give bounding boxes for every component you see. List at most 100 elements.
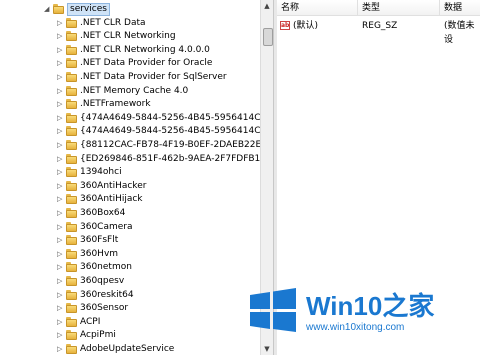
collapsed-arrow-icon[interactable]: ▷ (57, 60, 63, 67)
tree-node[interactable]: ▷ .NET CLR Networking 4.0.0.0 (0, 44, 260, 57)
tree-node-label: 360Camera (80, 221, 133, 232)
folder-icon (66, 44, 77, 55)
folder-icon (66, 194, 77, 205)
tree-node[interactable]: ▷ AcpiPmi (0, 329, 260, 342)
tree-node-label: 360Hvm (80, 248, 119, 259)
folder-icon (66, 167, 77, 178)
tree-node-label: .NET CLR Data (80, 17, 146, 28)
collapsed-arrow-icon[interactable]: ▷ (57, 74, 63, 81)
tree-node[interactable]: ▷ .NET CLR Data (0, 17, 260, 30)
string-value-icon: ab (280, 21, 290, 30)
watermark-url: www.win10xitong.com (306, 322, 405, 333)
tree-node[interactable]: ▷ 360AntiHijack (0, 193, 260, 206)
tree-node[interactable]: ▷ 360Box64 (0, 207, 260, 220)
folder-icon (66, 248, 77, 259)
collapsed-arrow-icon[interactable]: ▷ (57, 33, 63, 40)
collapsed-arrow-icon[interactable]: ▷ (57, 182, 63, 189)
tree-node[interactable]: ▷ {88112CAC-FB78-4F19-B0EF-2DAEB22E4A3F} (0, 139, 260, 152)
folder-icon (66, 180, 77, 191)
folder-icon (66, 276, 77, 286)
collapsed-arrow-icon[interactable]: ▷ (57, 237, 63, 244)
tree-node[interactable]: ▷ ACPI (0, 316, 260, 329)
collapsed-arrow-icon[interactable]: ▷ (57, 19, 63, 26)
tree-node-label: {474A4649-5844-5256-4B45-5956414CFFFF} (80, 126, 260, 137)
folder-icon (66, 99, 77, 110)
tree-node[interactable]: ▷ 360FsFlt (0, 234, 260, 247)
tree-node[interactable]: ▷ 360reskit64 (0, 289, 260, 302)
scroll-thumb[interactable] (263, 28, 273, 46)
tree-node[interactable]: ▷ {474A4649-5844-5256-4B45-5956414CFFFF} (0, 125, 260, 138)
tree-node-label: .NET CLR Networking 4.0.0.0 (80, 44, 210, 55)
collapsed-arrow-icon[interactable]: ▷ (57, 101, 63, 108)
tree-node-label: .NET CLR Networking (80, 31, 176, 42)
tree-node-label: {ED269846-851F-462b-9AEA-2F7FDFB1D4E1} (80, 153, 260, 164)
folder-icon (66, 126, 77, 137)
folder-icon (66, 303, 77, 314)
value-data: (数值未设 (444, 21, 475, 45)
tree-node[interactable]: ▷ {ED269846-851F-462b-9AEA-2F7FDFB1D4E1} (0, 153, 260, 166)
tree-node[interactable]: ▷ .NET CLR Networking (0, 30, 260, 43)
collapsed-arrow-icon[interactable]: ▷ (57, 114, 63, 121)
tree-node[interactable]: ▷ 360netmon (0, 261, 260, 274)
value-row-default[interactable]: ab (默认) REG_SZ (数值未设 (277, 19, 480, 45)
collapsed-arrow-icon[interactable]: ▷ (57, 305, 63, 312)
collapsed-arrow-icon[interactable]: ▷ (57, 87, 63, 94)
collapsed-arrow-icon[interactable]: ▷ (57, 46, 63, 53)
watermark-title: Win10之家 (306, 286, 434, 323)
column-header-data[interactable]: 数据 (440, 0, 480, 16)
collapsed-arrow-icon[interactable]: ▷ (57, 264, 63, 271)
collapsed-arrow-icon[interactable]: ▷ (57, 128, 63, 135)
tree-node-label: 1394ohci (80, 167, 122, 178)
tree-node-label: 360AntiHijack (80, 194, 143, 205)
tree-node[interactable]: ▷ 360Hvm (0, 248, 260, 261)
collapsed-arrow-icon[interactable]: ▷ (57, 250, 63, 257)
folder-icon (66, 58, 77, 69)
tree-node[interactable]: ▷ 360Sensor (0, 302, 260, 315)
column-header-name[interactable]: 名称 (277, 0, 358, 16)
tree-node-label: 360AntiHacker (80, 180, 147, 191)
collapsed-arrow-icon[interactable]: ▷ (57, 223, 63, 230)
registry-tree[interactable]: ◢ services ▷ .NET CLR Data ▷ .NET CLR Network… (0, 0, 260, 355)
tree-node-label: {474A4649-5844-5256-4B45-5956414CFFFE} (80, 112, 260, 123)
folder-icon (53, 4, 64, 14)
folder-icon (66, 112, 77, 123)
scroll-up-arrow-icon[interactable]: ▲ (261, 0, 273, 12)
tree-node[interactable]: ▷ .NET Memory Cache 4.0 (0, 85, 260, 98)
collapsed-arrow-icon[interactable]: ▷ (57, 196, 63, 203)
tree-node[interactable]: ▷ 360qpesv (0, 275, 260, 288)
tree-node[interactable]: ▷ 1394ohci (0, 166, 260, 179)
column-header-type[interactable]: 类型 (358, 0, 440, 16)
collapsed-arrow-icon[interactable]: ▷ (57, 278, 63, 285)
folder-icon (66, 330, 77, 341)
folder-icon (66, 235, 77, 246)
folder-icon (66, 17, 77, 28)
tree-node-label: 360qpesv (80, 276, 125, 286)
tree-node[interactable]: ▷ 360Camera (0, 221, 260, 234)
tree-node[interactable]: ▷ .NET Data Provider for SqlServer (0, 71, 260, 84)
collapsed-arrow-icon[interactable]: ▷ (57, 169, 63, 176)
tree-node-label: {88112CAC-FB78-4F19-B0EF-2DAEB22E4A3F} (80, 140, 260, 150)
folder-icon (66, 208, 77, 218)
collapsed-arrow-icon[interactable]: ▷ (57, 318, 63, 325)
tree-node-services[interactable]: ◢ services (0, 3, 260, 16)
tree-node[interactable]: ▷ .NETFramework (0, 98, 260, 111)
folder-icon (66, 85, 77, 96)
tree-node-label: .NET Data Provider for SqlServer (80, 72, 227, 82)
tree-node-label: 360Sensor (80, 303, 129, 314)
tree-node[interactable]: ▷ .NET Data Provider for Oracle (0, 57, 260, 70)
collapsed-arrow-icon[interactable]: ▷ (57, 346, 63, 353)
collapsed-arrow-icon[interactable]: ▷ (57, 291, 63, 298)
tree-node[interactable]: ▷ {474A4649-5844-5256-4B45-5956414CFFFE} (0, 112, 260, 125)
collapsed-arrow-icon[interactable]: ▷ (57, 142, 63, 149)
folder-icon (66, 262, 77, 273)
watermark-title-latin: Win10 (306, 291, 383, 321)
tree-node-label: .NET Data Provider for Oracle (80, 58, 213, 69)
tree-node[interactable]: ▷ AdobeUpdateService (0, 343, 260, 355)
folder-icon (66, 221, 77, 232)
tree-node-label: ACPI (80, 316, 101, 327)
tree-node[interactable]: ▷ 360AntiHacker (0, 180, 260, 193)
collapsed-arrow-icon[interactable]: ▷ (57, 155, 63, 162)
expanded-arrow-icon[interactable]: ◢ (44, 6, 50, 13)
collapsed-arrow-icon[interactable]: ▷ (57, 332, 63, 339)
collapsed-arrow-icon[interactable]: ▷ (57, 210, 63, 217)
